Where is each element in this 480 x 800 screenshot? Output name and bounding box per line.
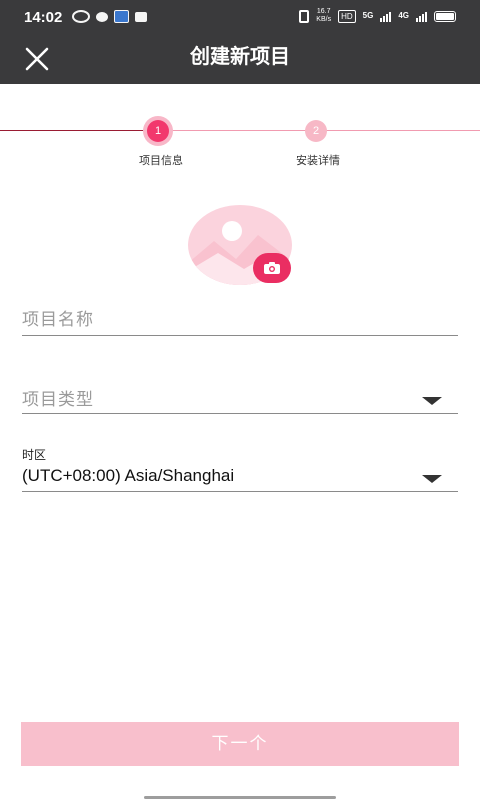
project-type-select[interactable]: 项目类型 — [22, 385, 458, 414]
project-name-placeholder: 项目名称 — [22, 310, 94, 329]
net-speed-value: 16.7 — [316, 8, 331, 15]
step-1-label: 项目信息 — [139, 155, 183, 167]
timezone-value: (UTC+08:00) Asia/Shanghai — [22, 466, 235, 485]
next-button[interactable]: 下一个 — [21, 722, 459, 766]
camera-button[interactable] — [253, 253, 291, 283]
step-2-label: 安装详情 — [296, 155, 340, 167]
stepper-line-completed — [0, 130, 160, 131]
network-5g-label: 5G — [362, 11, 374, 20]
timezone-select[interactable]: 时区 (UTC+08:00) Asia/Shanghai — [22, 446, 458, 492]
hd-badge: HD — [338, 9, 356, 23]
camera-icon — [264, 262, 280, 274]
stepper: 1 2 项目信息 安装详情 — [0, 118, 480, 178]
page-title: 创建新项目 — [190, 46, 290, 68]
net-speed: 16.7 KB/s — [316, 8, 331, 24]
step-1-indicator[interactable]: 1 — [147, 120, 169, 142]
signal-icon — [380, 10, 392, 22]
dropdown-arrow-icon — [422, 475, 442, 483]
status-right-icons: 16.7 KB/s HD 5G 4G — [299, 8, 456, 24]
notification-icons — [72, 10, 147, 23]
project-type-placeholder: 项目类型 — [22, 390, 94, 409]
chat-bubble-icon — [96, 11, 108, 22]
app-badge-icon — [114, 10, 129, 23]
home-indicator[interactable] — [144, 796, 336, 799]
network-4g-label: 4G — [398, 11, 409, 20]
vibrate-icon — [299, 9, 310, 23]
step-2-indicator[interactable]: 2 — [305, 120, 327, 142]
app-notification-icon — [72, 10, 90, 23]
project-name-field[interactable]: 项目名称 — [22, 305, 458, 336]
battery-icon — [434, 10, 456, 22]
status-time: 14:02 — [24, 9, 63, 26]
dropdown-arrow-icon — [422, 397, 442, 405]
app-bar: 创建新项目 — [0, 34, 480, 84]
signal-icon-2 — [416, 10, 427, 22]
net-speed-unit: KB/s — [316, 16, 332, 23]
message-icon — [135, 11, 147, 22]
timezone-label: 时区 — [22, 448, 47, 462]
status-bar: 14:02 16.7 KB/s HD 5G 4G — [0, 0, 480, 34]
